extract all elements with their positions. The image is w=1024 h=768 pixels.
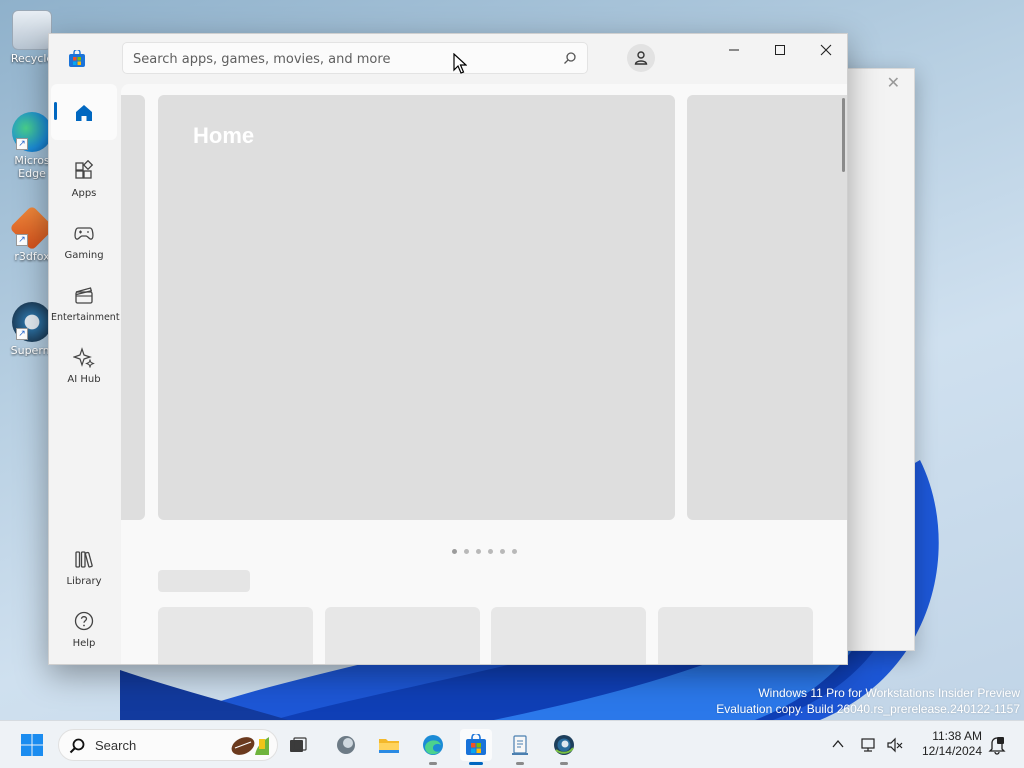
shortcut-arrow-icon: ↗ xyxy=(16,234,28,246)
maximize-button[interactable] xyxy=(757,34,803,66)
help-icon xyxy=(74,611,94,631)
navigation-sidebar: Apps Gaming Entertainment AI Hub Library… xyxy=(49,84,121,664)
active-indicator xyxy=(54,102,57,120)
minimize-button[interactable] xyxy=(711,34,757,66)
file-explorer-icon xyxy=(379,739,399,753)
hero-card-previous[interactable] xyxy=(121,95,145,520)
app-card-placeholder[interactable] xyxy=(158,607,313,664)
store-app-icon xyxy=(69,50,85,67)
close-icon[interactable]: ✕ xyxy=(887,73,900,92)
start-icon xyxy=(21,734,43,756)
volume-muted-icon[interactable] xyxy=(886,736,904,754)
hero-card[interactable]: Home xyxy=(158,95,675,520)
running-indicator xyxy=(560,762,568,765)
minimize-icon xyxy=(729,49,739,51)
widgets-button[interactable] xyxy=(330,729,362,761)
network-icon[interactable] xyxy=(860,736,878,754)
notification-bell-icon[interactable] xyxy=(988,735,1006,755)
page-title: Home xyxy=(193,123,255,148)
store-taskbar-button[interactable] xyxy=(460,729,492,765)
nav-item-apps[interactable]: Apps xyxy=(51,152,117,208)
store-window[interactable]: Apps Gaming Entertainment AI xyxy=(48,33,848,665)
sparkle-icon xyxy=(72,347,95,369)
person-icon xyxy=(634,51,648,65)
start-button[interactable] xyxy=(16,729,48,761)
edge-taskbar-button[interactable] xyxy=(417,729,449,765)
shortcut-arrow-icon: ↗ xyxy=(16,138,28,150)
home-icon xyxy=(76,105,92,121)
maximize-icon xyxy=(775,45,785,55)
search-highlight-icon xyxy=(231,737,269,755)
notepad-icon xyxy=(512,735,528,755)
app-card-placeholder[interactable] xyxy=(491,607,646,664)
mouse-cursor-icon xyxy=(453,53,467,74)
task-view-button[interactable] xyxy=(282,729,314,761)
carousel-dot[interactable] xyxy=(488,549,493,554)
clock-time: 11:38 AM xyxy=(932,729,982,743)
notepad-taskbar-button[interactable] xyxy=(504,729,536,765)
running-indicator xyxy=(429,762,437,765)
carousel-dot[interactable] xyxy=(452,549,457,554)
carousel-dots[interactable] xyxy=(452,539,524,558)
scrollbar-thumb[interactable] xyxy=(842,98,845,172)
section-title-placeholder xyxy=(158,570,250,592)
store-search-box[interactable] xyxy=(122,42,588,74)
nav-item-ai-hub[interactable]: AI Hub xyxy=(51,338,117,394)
nav-item-help[interactable]: Help xyxy=(51,602,117,658)
nav-item-gaming[interactable]: Gaming xyxy=(51,214,117,270)
title-bar[interactable] xyxy=(49,34,847,84)
r3dfox-icon xyxy=(554,735,574,755)
close-button[interactable] xyxy=(803,34,847,66)
store-icon xyxy=(466,734,486,755)
close-icon xyxy=(820,44,832,56)
carousel-dot[interactable] xyxy=(464,549,469,554)
chevron-up-icon[interactable] xyxy=(832,739,844,749)
search-icon[interactable] xyxy=(563,51,577,65)
taskbar: Search 11:38 AM 12/14/2024 xyxy=(0,720,1024,768)
app-card-placeholder[interactable] xyxy=(658,607,813,664)
running-indicator xyxy=(516,762,524,765)
taskbar-search[interactable]: Search xyxy=(58,729,278,761)
hero-card-next[interactable] xyxy=(687,95,847,520)
carousel-dot[interactable] xyxy=(500,549,505,554)
carousel-dot[interactable] xyxy=(476,549,481,554)
clock-date: 12/14/2024 xyxy=(921,744,982,758)
recycle-bin-icon xyxy=(12,10,52,50)
browser-taskbar-button[interactable] xyxy=(548,729,580,765)
task-view-icon xyxy=(290,737,307,752)
taskbar-clock[interactable]: 11:38 AM 12/14/2024 xyxy=(916,729,982,759)
nav-item-entertainment[interactable]: Entertainment xyxy=(51,276,120,332)
nav-item-library[interactable]: Library xyxy=(51,540,117,596)
nav-item-home[interactable] xyxy=(51,84,117,140)
file-explorer-button[interactable] xyxy=(373,729,405,761)
clapper-icon xyxy=(75,287,93,304)
account-avatar[interactable] xyxy=(627,44,655,72)
running-indicator xyxy=(469,762,483,765)
search-input[interactable] xyxy=(133,49,553,69)
gamepad-icon xyxy=(74,227,94,240)
edge-icon xyxy=(423,735,443,755)
widgets-icon xyxy=(337,736,355,754)
app-card-placeholder[interactable] xyxy=(325,607,480,664)
search-icon xyxy=(69,738,85,754)
library-icon xyxy=(75,551,93,568)
home-content[interactable]: Home xyxy=(121,84,847,664)
windows-watermark: Windows 11 Pro for Workstations Insider … xyxy=(716,686,1020,716)
apps-icon xyxy=(75,159,94,179)
carousel-dot[interactable] xyxy=(512,549,517,554)
shortcut-arrow-icon: ↗ xyxy=(16,328,28,340)
